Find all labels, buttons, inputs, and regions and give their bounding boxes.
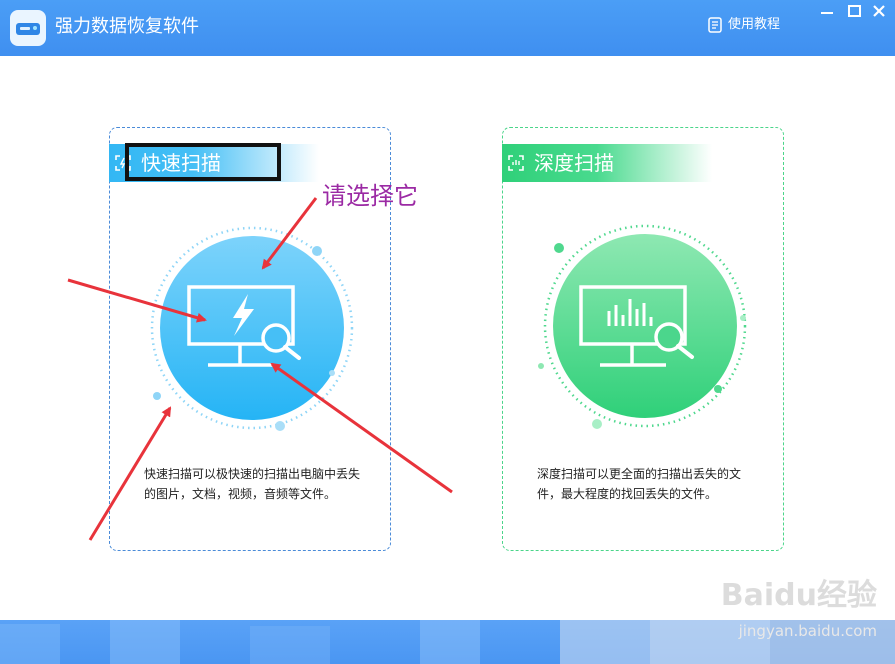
minimize-button[interactable] [815,0,839,22]
baidu-watermark: Baidu经验 jingyan.baidu.com [720,570,877,640]
deep-scan-card[interactable]: 深度扫描 深度扫描可以更全面的扫描出丢失的文件，最大程度的找回丢失的文件。 [502,127,784,551]
close-icon [873,5,885,17]
quick-scan-illustration [150,226,354,431]
hard-drive-icon [16,23,40,35]
watermark-logo: Baidu经验 [720,578,877,613]
help-label: 使用教程 [728,17,781,32]
annotation-label: 请选择它 [322,182,418,210]
document-icon [708,17,722,33]
help-tutorial-button[interactable]: 使用教程 [708,14,780,36]
app-title: 强力数据恢复软件 [55,16,199,37]
title-bar: 强力数据恢复软件 使用教程 [0,0,895,56]
deep-scan-header: 深度扫描 [502,144,712,182]
app-logo [10,10,46,46]
quick-scan-header: 快速扫描 [109,143,319,182]
deep-scan-title: 深度扫描 [534,151,614,175]
deep-scan-illustration [538,224,747,429]
highlight-box [125,143,281,181]
maximize-button[interactable] [842,0,866,22]
deep-scan-description: 深度扫描可以更全面的扫描出丢失的文件，最大程度的找回丢失的文件。 [537,467,742,501]
quick-scan-description: 快速扫描可以极快速的扫描出电脑中丢失的图片，文档，视频，音频等文件。 [144,467,361,501]
scan-frame-icon [508,155,524,171]
close-button[interactable] [867,0,891,22]
watermark-url: jingyan.baidu.com [738,622,877,640]
